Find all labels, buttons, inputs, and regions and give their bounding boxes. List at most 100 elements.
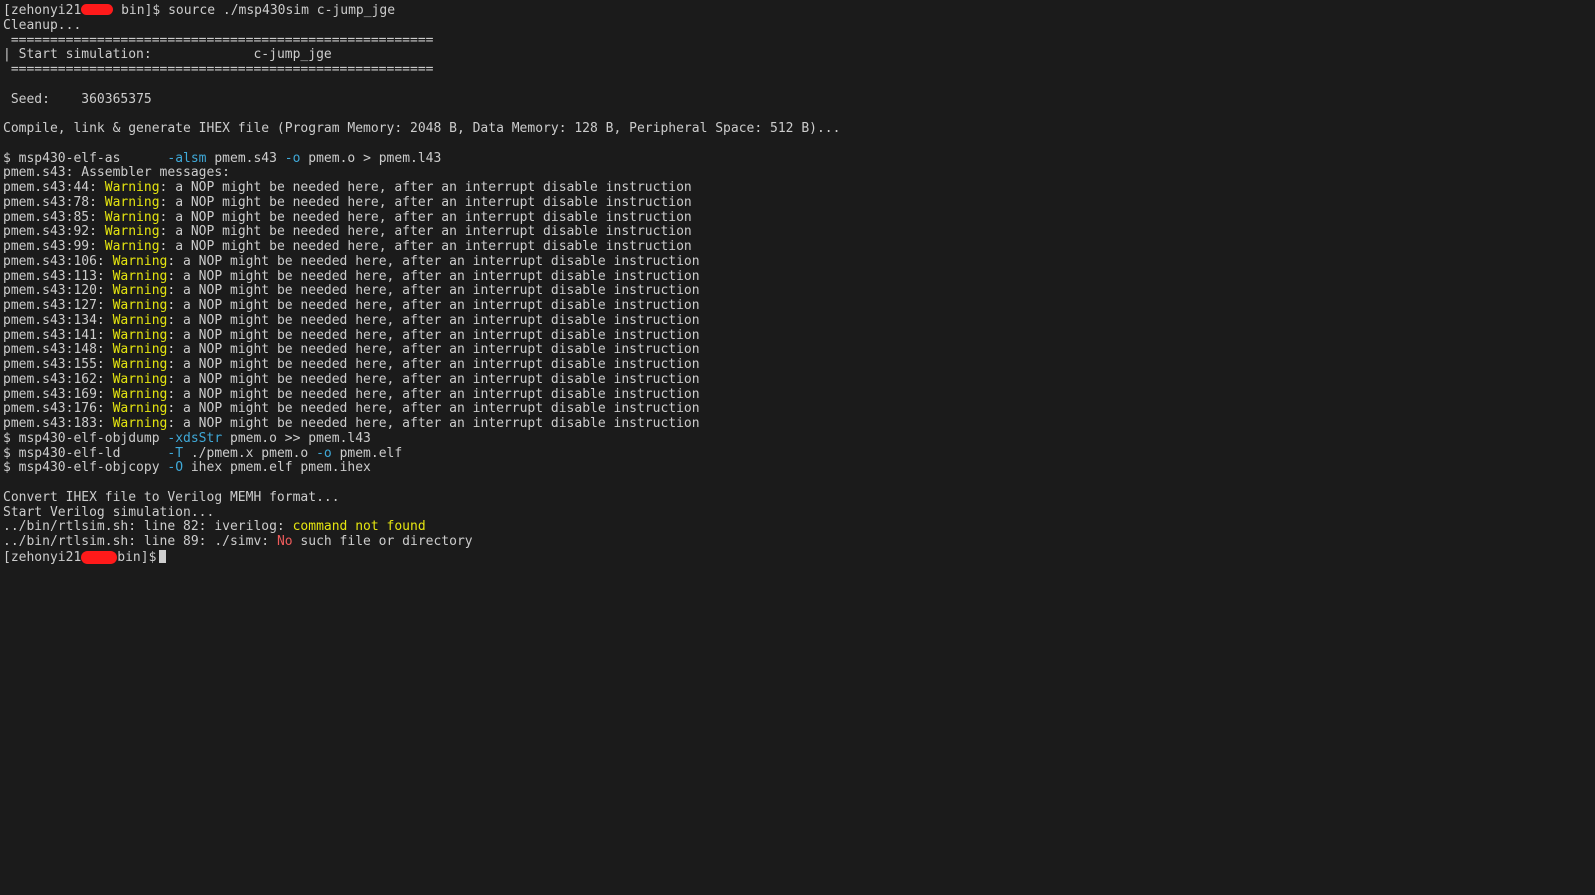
command-args: ihex pmem.elf pmem.ihex bbox=[183, 461, 371, 476]
redaction-mark bbox=[81, 4, 114, 15]
seed-line: Seed: 360365375 bbox=[3, 93, 1595, 108]
warning-text: : a NOP might be needed here, after an i… bbox=[159, 210, 692, 225]
error-keyword: No bbox=[276, 535, 293, 549]
warning-label: Warning bbox=[104, 195, 160, 210]
warning-text: : a NOP might be needed here, after an i… bbox=[167, 299, 700, 313]
warning-line: pmem.s43:78: Warning: a NOP might be nee… bbox=[3, 196, 1595, 211]
warning-location: pmem.s43:120: bbox=[3, 284, 113, 299]
terminal-window[interactable]: [zehonyi21 bin]$ source ./msp430sim c-ju… bbox=[0, 0, 1595, 895]
warning-location: pmem.s43:92: bbox=[3, 225, 105, 240]
warning-label: Warning bbox=[104, 225, 160, 240]
warning-line: pmem.s43:141: Warning: a NOP might be ne… bbox=[3, 329, 1595, 344]
prompt-line: [zehonyi21 bin]$ source ./msp430sim c-ju… bbox=[3, 4, 1595, 19]
command-flag: -xdsStr bbox=[167, 431, 223, 446]
warning-label: Warning bbox=[104, 240, 160, 254]
error-prefix: ../bin/rtlsim.sh: line 89: ./simv: bbox=[3, 535, 277, 549]
ld-command-line: $ msp430-elf-ld -T ./pmem.x pmem.o -o pm… bbox=[3, 447, 1595, 462]
objdump-command-line: $ msp430-elf-objdump -xdsStr pmem.o >> p… bbox=[3, 432, 1595, 447]
seed-label: Seed: bbox=[3, 92, 50, 107]
warning-line: pmem.s43:127: Warning: a NOP might be ne… bbox=[3, 299, 1595, 314]
warning-line: pmem.s43:169: Warning: a NOP might be ne… bbox=[3, 388, 1595, 403]
warning-location: pmem.s43:113: bbox=[3, 269, 113, 284]
command-args: pmem.elf bbox=[331, 446, 403, 461]
command-text: source ./msp430sim c-jump_jge bbox=[168, 4, 396, 18]
banner-rule: ========================================… bbox=[3, 63, 434, 77]
warning-label: Warning bbox=[112, 402, 168, 417]
error-prefix: ../bin/rtlsim.sh: line 82: iverilog: bbox=[3, 520, 293, 535]
banner-label: | Start simulation: bbox=[3, 48, 152, 63]
command-args: ./pmem.x pmem.o bbox=[183, 446, 317, 461]
prompt-dir: bin]$ bbox=[117, 549, 157, 565]
warning-text: : a NOP might be needed here, after an i… bbox=[167, 284, 700, 299]
warning-label: Warning bbox=[112, 284, 168, 299]
command-prompt: $ msp430-elf-objcopy bbox=[3, 461, 168, 476]
warning-location: pmem.s43:148: bbox=[3, 343, 113, 358]
output-line: Cleanup... bbox=[3, 18, 82, 33]
command-args: pmem.s43 bbox=[206, 151, 285, 166]
warning-line: pmem.s43:44: Warning: a NOP might be nee… bbox=[3, 181, 1595, 196]
warning-text: : a NOP might be needed here, after an i… bbox=[167, 402, 700, 417]
warning-label: Warning bbox=[104, 210, 160, 225]
seed-spacer bbox=[50, 93, 81, 107]
warning-line: pmem.s43:155: Warning: a NOP might be ne… bbox=[3, 358, 1595, 373]
test-name: c-jump_jge bbox=[253, 48, 332, 63]
warning-text: : a NOP might be needed here, after an i… bbox=[167, 343, 700, 358]
warning-text: : a NOP might be needed here, after an i… bbox=[159, 240, 692, 254]
warning-label: Warning bbox=[104, 181, 160, 195]
text-cursor[interactable] bbox=[159, 549, 167, 563]
banner-spacer bbox=[152, 48, 254, 62]
warning-text: : a NOP might be needed here, after an i… bbox=[167, 387, 700, 402]
warning-location: pmem.s43:155: bbox=[3, 358, 113, 372]
warning-text: : a NOP might be needed here, after an i… bbox=[167, 372, 700, 387]
prompt-user: [zehonyi21 bbox=[3, 549, 82, 565]
command-flag: -O bbox=[167, 461, 184, 476]
command-args: pmem.o >> pmem.l43 bbox=[222, 431, 371, 446]
error-message: command not found bbox=[292, 520, 426, 535]
warning-text: : a NOP might be needed here, after an i… bbox=[167, 254, 700, 269]
warning-line: pmem.s43:162: Warning: a NOP might be ne… bbox=[3, 373, 1595, 388]
warning-line: pmem.s43:148: Warning: a NOP might be ne… bbox=[3, 343, 1595, 358]
warning-line: pmem.s43:120: Warning: a NOP might be ne… bbox=[3, 284, 1595, 299]
error-line: ../bin/rtlsim.sh: line 89: ./simv: No su… bbox=[3, 535, 1595, 550]
command-flag: -o bbox=[316, 446, 332, 461]
warning-label: Warning bbox=[112, 372, 168, 387]
warning-location: pmem.s43:106: bbox=[3, 254, 113, 269]
warning-text: : a NOP might be needed here, after an i… bbox=[159, 225, 692, 240]
warning-location: pmem.s43:78: bbox=[3, 195, 105, 210]
warning-list: pmem.s43:44: Warning: a NOP might be nee… bbox=[3, 181, 1595, 432]
warning-location: pmem.s43:162: bbox=[3, 372, 113, 387]
warning-text: : a NOP might be needed here, after an i… bbox=[159, 195, 692, 210]
prompt-line: [zehonyi21 bin]$ bbox=[3, 549, 1595, 565]
redaction-mark bbox=[81, 550, 118, 564]
command-prompt: $ msp430-elf-objdump bbox=[3, 431, 168, 446]
command-args: pmem.o > pmem.l43 bbox=[300, 151, 442, 166]
warning-location: pmem.s43:85: bbox=[3, 210, 105, 225]
warning-text: : a NOP might be needed here, after an i… bbox=[167, 269, 700, 284]
warning-text: : a NOP might be needed here, after an i… bbox=[159, 181, 692, 195]
warning-label: Warning bbox=[112, 417, 168, 431]
command-prompt: $ msp430-elf-ld bbox=[3, 446, 168, 461]
warning-label: Warning bbox=[112, 313, 168, 328]
warning-label: Warning bbox=[112, 254, 168, 269]
banner-line: | Start simulation: c-jump_jge bbox=[3, 48, 1595, 63]
warning-label: Warning bbox=[112, 358, 168, 372]
prompt-user: [zehonyi21 bbox=[3, 4, 82, 18]
warning-location: pmem.s43:183: bbox=[3, 417, 113, 431]
warning-line: pmem.s43:134: Warning: a NOP might be ne… bbox=[3, 314, 1595, 329]
warning-location: pmem.s43:127: bbox=[3, 299, 113, 313]
error-message: such file or directory bbox=[292, 535, 473, 549]
warning-label: Warning bbox=[112, 328, 168, 343]
assembler-header: pmem.s43: Assembler messages: bbox=[3, 166, 230, 181]
warning-location: pmem.s43:169: bbox=[3, 387, 113, 402]
warning-location: pmem.s43:141: bbox=[3, 328, 113, 343]
seed-value: 360365375 bbox=[81, 92, 152, 107]
warning-line: pmem.s43:113: Warning: a NOP might be ne… bbox=[3, 270, 1595, 285]
warning-location: pmem.s43:176: bbox=[3, 402, 113, 417]
verilog-message: Start Verilog simulation... bbox=[3, 505, 215, 520]
warning-text: : a NOP might be needed here, after an i… bbox=[167, 358, 700, 372]
warning-line: pmem.s43:106: Warning: a NOP might be ne… bbox=[3, 255, 1595, 270]
